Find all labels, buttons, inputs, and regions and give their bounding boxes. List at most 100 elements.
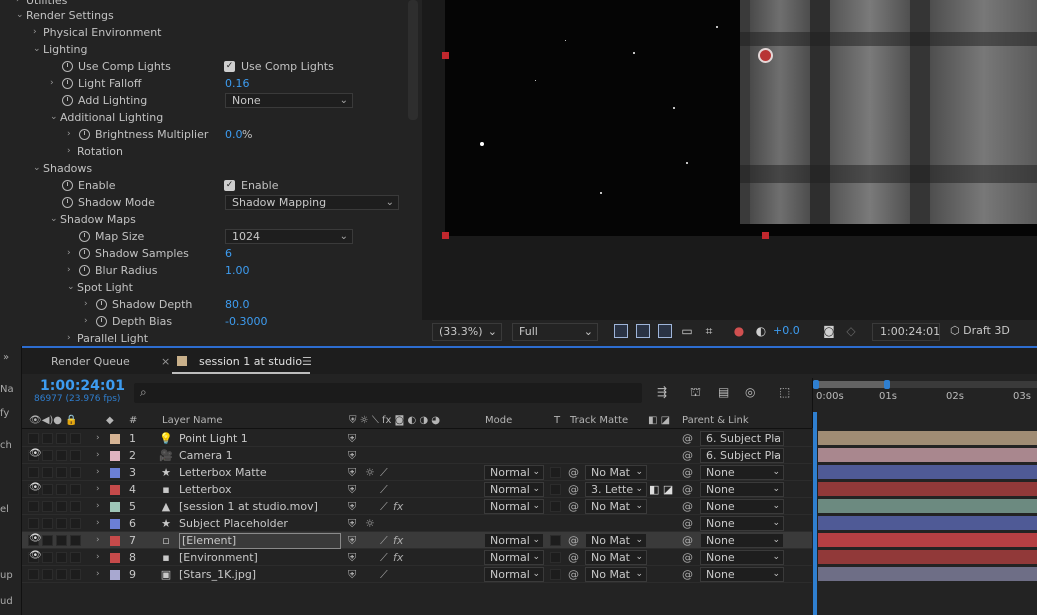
layer-duration-bar[interactable]: [818, 499, 1037, 513]
parent-dropdown[interactable]: None ⌄: [700, 499, 784, 514]
exposure-value[interactable]: +0.0: [773, 324, 800, 337]
disclosure-icon[interactable]: ›: [96, 481, 100, 498]
disclosure-icon[interactable]: ›: [96, 498, 100, 515]
quality-switch-icon[interactable]: ⟋: [380, 566, 388, 583]
time-ruler[interactable]: 0:00s 01s 02s 03s: [812, 378, 1037, 428]
preserve-transparency-switch[interactable]: [550, 484, 561, 495]
enable-checkbox[interactable]: ✓: [224, 180, 235, 191]
stopwatch-icon[interactable]: [62, 197, 73, 208]
layer-row[interactable]: 👁 › 8 ▪ [Environment] ⛨ ⟋ fx Normal ⌄ @ No Mat ⌄ @ Non…: [22, 549, 812, 566]
collapse-switch-icon[interactable]: ☼: [365, 515, 375, 532]
stopwatch-icon[interactable]: [96, 299, 107, 310]
work-area-bar[interactable]: [813, 381, 886, 388]
resolution-dropdown[interactable]: Full ⌄: [512, 323, 598, 341]
parent-pick-whip-icon[interactable]: @: [682, 430, 693, 447]
render-settings-group[interactable]: Render Settings: [26, 7, 114, 24]
layer-row[interactable]: 👁 › 7 ▫ [Element] ⛨ ⟋ fx Normal ⌄ @ No Mat ⌄ @ None ⌄: [22, 532, 812, 549]
shadows-group[interactable]: Shadows: [43, 160, 92, 177]
solo-switch[interactable]: [56, 467, 67, 478]
track-matte-dropdown[interactable]: No Mat ⌄: [585, 567, 647, 582]
pick-whip-icon[interactable]: @: [568, 481, 579, 498]
disclosure-icon[interactable]: ›: [96, 532, 100, 549]
blend-mode-dropdown[interactable]: Normal ⌄: [484, 482, 544, 497]
reset-exposure-icon[interactable]: ◐: [754, 324, 768, 338]
blend-mode-dropdown[interactable]: Normal ⌄: [484, 550, 544, 565]
parent-dropdown[interactable]: 6. Subject Pla ⌄: [700, 448, 784, 463]
disclosure-icon[interactable]: ⌄: [16, 7, 24, 24]
layer-row[interactable]: › 9 ▣ [Stars_1K.jpg] ⛨ ⟋ Normal ⌄ @ No Mat ⌄ @ None ⌄: [22, 566, 812, 583]
effects-switch-icon[interactable]: fx: [393, 549, 403, 566]
disclosure-icon[interactable]: ›: [96, 515, 100, 532]
pick-whip-icon[interactable]: @: [568, 532, 579, 549]
solo-switch[interactable]: [56, 501, 67, 512]
layer-duration-bar[interactable]: [818, 533, 1037, 547]
parent-dropdown[interactable]: None ⌄: [700, 465, 784, 480]
parallel-light-group[interactable]: Parallel Light: [77, 330, 148, 346]
audio-switch[interactable]: [42, 569, 53, 580]
track-matte-dropdown[interactable]: 3. Lette ⌄: [585, 482, 647, 497]
stopwatch-icon[interactable]: [62, 95, 73, 106]
rotation-group[interactable]: Rotation: [77, 143, 123, 160]
pick-whip-icon[interactable]: @: [568, 498, 579, 515]
mask-visibility-icon[interactable]: ▭: [680, 324, 694, 338]
audio-switch[interactable]: [42, 467, 53, 478]
disclosure-icon[interactable]: ⌄: [33, 160, 41, 177]
shadow-mode-dropdown[interactable]: Shadow Mapping ⌄: [225, 195, 399, 210]
graph-editor-icon[interactable]: ⬚: [779, 385, 790, 399]
layer-name[interactable]: [Element]: [179, 533, 341, 549]
solo-switch[interactable]: [56, 535, 67, 546]
light-falloff-value[interactable]: 0.16: [225, 75, 250, 92]
solo-switch[interactable]: [56, 433, 67, 444]
current-time-display[interactable]: 1:00:24:01: [872, 323, 940, 341]
lock-switch[interactable]: [70, 450, 81, 461]
shadow-maps-group[interactable]: Shadow Maps: [60, 211, 136, 228]
solo-switch[interactable]: [56, 552, 67, 563]
shy-switch-icon[interactable]: ⛨: [348, 481, 356, 498]
parent-pick-whip-icon[interactable]: @: [682, 481, 693, 498]
transform-handle[interactable]: [762, 232, 769, 239]
video-switch[interactable]: [28, 501, 39, 512]
lighting-group[interactable]: Lighting: [43, 41, 87, 58]
disclosure-icon[interactable]: ›: [33, 24, 37, 41]
physical-environment-group[interactable]: Physical Environment: [43, 24, 161, 41]
stopwatch-icon[interactable]: [96, 316, 107, 327]
layer-name[interactable]: [Stars_1K.jpg]: [179, 566, 256, 583]
layer-row[interactable]: › 3 ★ Letterbox Matte ⛨ ☼ ⟋ Normal ⌄ @ No Mat ⌄ @ Non…: [22, 464, 812, 481]
audio-switch[interactable]: [42, 552, 53, 563]
lock-switch[interactable]: [70, 501, 81, 512]
layer-name[interactable]: [session 1 at studio.mov]: [179, 498, 318, 515]
disclosure-icon[interactable]: ›: [67, 245, 71, 262]
parent-pick-whip-icon[interactable]: @: [682, 498, 693, 515]
shy-switch-icon[interactable]: ⛨: [348, 447, 356, 464]
shadow-samples-value[interactable]: 6: [225, 245, 232, 262]
stopwatch-icon[interactable]: [62, 180, 73, 191]
stopwatch-icon[interactable]: [62, 61, 73, 72]
motion-blur-icon[interactable]: ◎: [745, 385, 755, 399]
layer-duration-bar[interactable]: [818, 550, 1037, 564]
lock-switch[interactable]: [70, 535, 81, 546]
draft-3d-icon[interactable]: ⛫: [690, 385, 701, 401]
audio-switch[interactable]: [42, 450, 53, 461]
disclosure-icon[interactable]: ⌄: [50, 109, 58, 126]
disclosure-icon[interactable]: ›: [96, 549, 100, 566]
blend-mode-dropdown[interactable]: Normal ⌄: [484, 567, 544, 582]
lock-switch[interactable]: [70, 552, 81, 563]
layer-row[interactable]: › 1 💡 Point Light 1 ⛨ @6. Subject Pla ⌄: [22, 430, 812, 447]
audio-switch[interactable]: [42, 518, 53, 529]
region-of-interest-icon[interactable]: [658, 324, 672, 338]
parent-pick-whip-icon[interactable]: @: [682, 549, 693, 566]
pick-whip-icon[interactable]: @: [568, 549, 579, 566]
track-matte-dropdown[interactable]: No Mat ⌄: [585, 465, 647, 480]
parent-pick-whip-icon[interactable]: @: [682, 566, 693, 583]
fast-preview-icon[interactable]: [614, 324, 628, 338]
parent-dropdown[interactable]: None ⌄: [700, 533, 784, 548]
disclosure-icon[interactable]: ›: [96, 566, 100, 583]
quality-switch-icon[interactable]: ⟋: [380, 498, 388, 515]
zoom-dropdown[interactable]: (33.3%) ⌄: [432, 323, 502, 341]
layer-name[interactable]: Point Light 1: [179, 430, 248, 447]
layer-duration-bar[interactable]: [818, 465, 1037, 479]
transform-handle[interactable]: [442, 52, 449, 59]
additional-lighting-group[interactable]: Additional Lighting: [60, 109, 163, 126]
layer-row[interactable]: 👁 › 4 ▪ Letterbox ⛨ ⟋ Normal ⌄ @3. Lette ⌄ ◧ ◪ @ None…: [22, 481, 812, 498]
blend-mode-dropdown[interactable]: Normal ⌄: [484, 533, 544, 548]
